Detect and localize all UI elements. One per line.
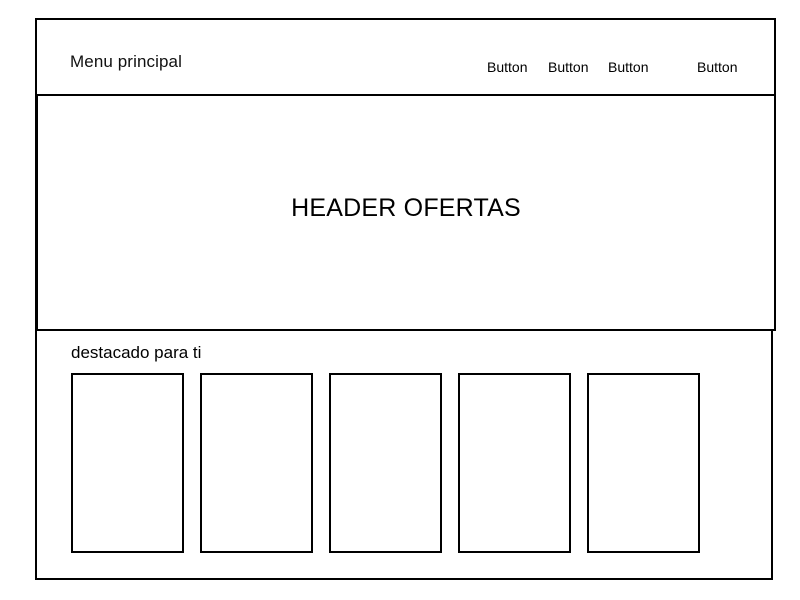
- featured-card-3[interactable]: [329, 373, 442, 553]
- featured-card-5[interactable]: [587, 373, 700, 553]
- menu-button-3[interactable]: Button: [608, 59, 648, 75]
- featured-card-1[interactable]: [71, 373, 184, 553]
- main-menu-title: Menu principal: [70, 52, 182, 71]
- menu-button-2[interactable]: Button: [548, 59, 588, 75]
- main-menu-bar: Menu principal Button Button Button Butt…: [35, 18, 776, 96]
- featured-section-title: destacado para ti: [71, 343, 202, 362]
- menu-button-1[interactable]: Button: [487, 59, 527, 75]
- offers-header-banner: HEADER OFERTAS: [36, 94, 776, 331]
- featured-card-4[interactable]: [458, 373, 571, 553]
- menu-button-4[interactable]: Button: [697, 59, 737, 75]
- featured-card-2[interactable]: [200, 373, 313, 553]
- offers-header-title: HEADER OFERTAS: [291, 194, 521, 222]
